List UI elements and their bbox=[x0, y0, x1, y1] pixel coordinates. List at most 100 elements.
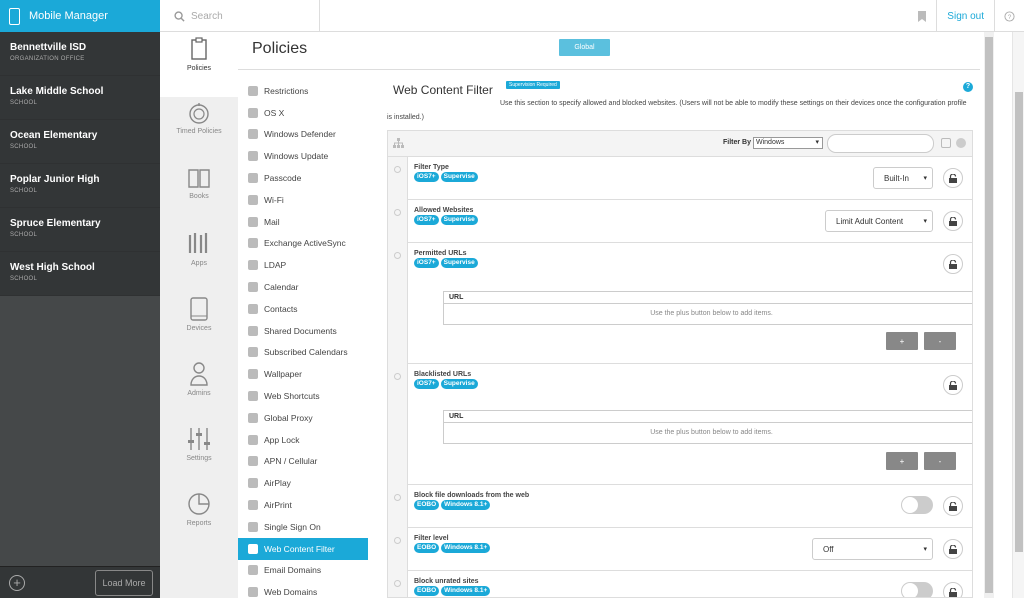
load-more-button[interactable]: Load More bbox=[95, 570, 153, 596]
school-name: Spruce Elementary bbox=[10, 218, 101, 229]
policy-item[interactable]: Global Proxy bbox=[238, 407, 368, 429]
status-dot bbox=[394, 252, 401, 259]
remove-url-button[interactable]: - bbox=[924, 332, 956, 350]
bookmark-button[interactable] bbox=[908, 0, 936, 32]
filter-level-select[interactable]: Off bbox=[812, 538, 933, 560]
school-type: SCHOOL bbox=[10, 232, 38, 238]
page-title: Policies bbox=[252, 40, 308, 57]
nav-reports[interactable]: Reports bbox=[160, 487, 238, 552]
policy-item[interactable]: LDAP bbox=[238, 254, 368, 276]
filter-type-select[interactable]: Built-In bbox=[873, 167, 933, 189]
lock-button[interactable] bbox=[943, 211, 963, 231]
row-title: Blacklisted URLs bbox=[414, 371, 472, 378]
add-url-button[interactable]: + bbox=[886, 452, 918, 470]
scroll-thumb[interactable] bbox=[1015, 92, 1023, 552]
policy-label: Subscribed Calendars bbox=[264, 347, 348, 358]
empty-message: Use the plus button below to add items. bbox=[650, 429, 773, 436]
policy-icon bbox=[248, 85, 258, 96]
nav-label: Devices bbox=[186, 325, 212, 332]
policy-item[interactable]: Calendar bbox=[238, 276, 368, 298]
school-item[interactable]: Spruce Elementary SCHOOL bbox=[0, 208, 160, 252]
policy-label: Contacts bbox=[264, 303, 298, 314]
nav-policies[interactable]: Policies bbox=[160, 32, 238, 97]
school-item[interactable]: West High School SCHOOL bbox=[0, 252, 160, 296]
setting-row-block-unrated: Block unrated sites EOBO Windows 8.1+ bbox=[394, 572, 972, 597]
scroll-thumb[interactable] bbox=[985, 37, 993, 593]
global-button[interactable]: Global bbox=[559, 39, 610, 56]
settings-panel: Filter By Windows Filter Type iOS7+Super… bbox=[387, 130, 973, 598]
status-dot bbox=[394, 209, 401, 216]
policy-item[interactable]: Shared Documents bbox=[238, 320, 368, 342]
platform-badge: Windows 8.1+ bbox=[441, 543, 491, 553]
header-divider bbox=[238, 69, 980, 70]
policy-item[interactable]: Mail bbox=[238, 211, 368, 233]
policy-list: Restrictions OS X Windows Defender Windows … bbox=[238, 80, 368, 603]
nav-devices[interactable]: Devices bbox=[160, 292, 238, 357]
lock-button[interactable] bbox=[943, 375, 963, 395]
school-item[interactable]: Bennettville ISD ORGANIZATION OFFICE bbox=[0, 32, 160, 76]
hierarchy-icon[interactable] bbox=[393, 138, 404, 149]
block-unrated-toggle[interactable] bbox=[901, 582, 933, 597]
lock-button[interactable] bbox=[943, 168, 963, 188]
policy-item[interactable]: Wallpaper bbox=[238, 363, 368, 385]
school-type: SCHOOL bbox=[10, 144, 38, 150]
setting-row-blacklisted-urls: Blacklisted URLs iOS7+ Supervise URL Use … bbox=[394, 365, 972, 485]
school-item[interactable]: Ocean Elementary SCHOOL bbox=[0, 120, 160, 164]
lock-button[interactable] bbox=[943, 582, 963, 597]
allowed-websites-select[interactable]: Limit Adult Content bbox=[825, 210, 933, 232]
search-input[interactable]: Search bbox=[191, 11, 223, 22]
policy-item[interactable]: Web Content Filter bbox=[238, 537, 368, 560]
policy-item[interactable]: AirPrint bbox=[238, 494, 368, 516]
search-box[interactable]: Search bbox=[160, 0, 320, 32]
app-brand[interactable]: Mobile Manager bbox=[0, 0, 160, 32]
policy-item[interactable]: Web Domains bbox=[238, 581, 368, 603]
filter-select[interactable]: Windows bbox=[753, 137, 823, 149]
content-scrollbar[interactable] bbox=[984, 32, 994, 598]
add-url-button[interactable]: + bbox=[886, 332, 918, 350]
policy-item[interactable]: Wi-Fi bbox=[238, 189, 368, 211]
policy-item[interactable]: Email Domains bbox=[238, 560, 368, 582]
block-downloads-toggle[interactable] bbox=[901, 496, 933, 514]
policy-item[interactable]: App Lock bbox=[238, 429, 368, 451]
policy-item[interactable]: Contacts bbox=[238, 298, 368, 320]
policy-item[interactable]: Windows Defender bbox=[238, 124, 368, 146]
school-item[interactable]: Poplar Junior High SCHOOL bbox=[0, 164, 160, 208]
nav-label: Settings bbox=[186, 455, 212, 462]
policy-label: Wi-Fi bbox=[264, 194, 284, 205]
add-school-button[interactable]: + bbox=[9, 575, 25, 591]
setting-row-block-downloads: Block file downloads from the web EOBO Wi… bbox=[394, 486, 972, 528]
lock-button[interactable] bbox=[943, 539, 963, 559]
remove-url-button[interactable]: - bbox=[924, 452, 956, 470]
policy-item[interactable]: AirPlay bbox=[238, 472, 368, 494]
policy-item[interactable]: Single Sign On bbox=[238, 516, 368, 538]
clear-icon[interactable] bbox=[956, 138, 966, 148]
nav-admins[interactable]: Admins bbox=[160, 357, 238, 422]
policy-item[interactable]: Subscribed Calendars bbox=[238, 342, 368, 364]
filter-search-input[interactable] bbox=[827, 134, 934, 153]
help-button[interactable]: ? bbox=[994, 0, 1024, 32]
policy-item[interactable]: Web Shortcuts bbox=[238, 385, 368, 407]
school-item[interactable]: Lake Middle School SCHOOL bbox=[0, 76, 160, 120]
nav-settings[interactable]: Settings bbox=[160, 422, 238, 487]
page-scrollbar[interactable] bbox=[1012, 32, 1024, 598]
nav-apps[interactable]: Apps bbox=[160, 227, 238, 292]
policy-item[interactable]: Restrictions bbox=[238, 80, 368, 102]
help-icon[interactable]: ? bbox=[963, 82, 973, 92]
school-type: SCHOOL bbox=[10, 276, 38, 282]
lock-icon bbox=[949, 501, 957, 511]
school-type: ORGANIZATION OFFICE bbox=[10, 56, 85, 62]
policy-item[interactable]: Passcode bbox=[238, 167, 368, 189]
lock-button[interactable] bbox=[943, 254, 963, 274]
row-title: Allowed Websites bbox=[414, 207, 474, 214]
collapse-icon[interactable] bbox=[941, 138, 951, 148]
nav-books[interactable]: Books bbox=[160, 162, 238, 227]
policy-item[interactable]: Windows Update bbox=[238, 145, 368, 167]
policy-item[interactable]: Exchange ActiveSync bbox=[238, 233, 368, 255]
row-title: Block file downloads from the web bbox=[414, 492, 530, 499]
policy-item[interactable]: OS X bbox=[238, 102, 368, 124]
policy-item[interactable]: APN / Cellular bbox=[238, 451, 368, 473]
lock-button[interactable] bbox=[943, 496, 963, 516]
nav-timed-policies[interactable]: Timed Policies bbox=[160, 97, 238, 162]
mobile-icon bbox=[9, 7, 20, 25]
sign-out-link[interactable]: Sign out bbox=[936, 0, 994, 32]
